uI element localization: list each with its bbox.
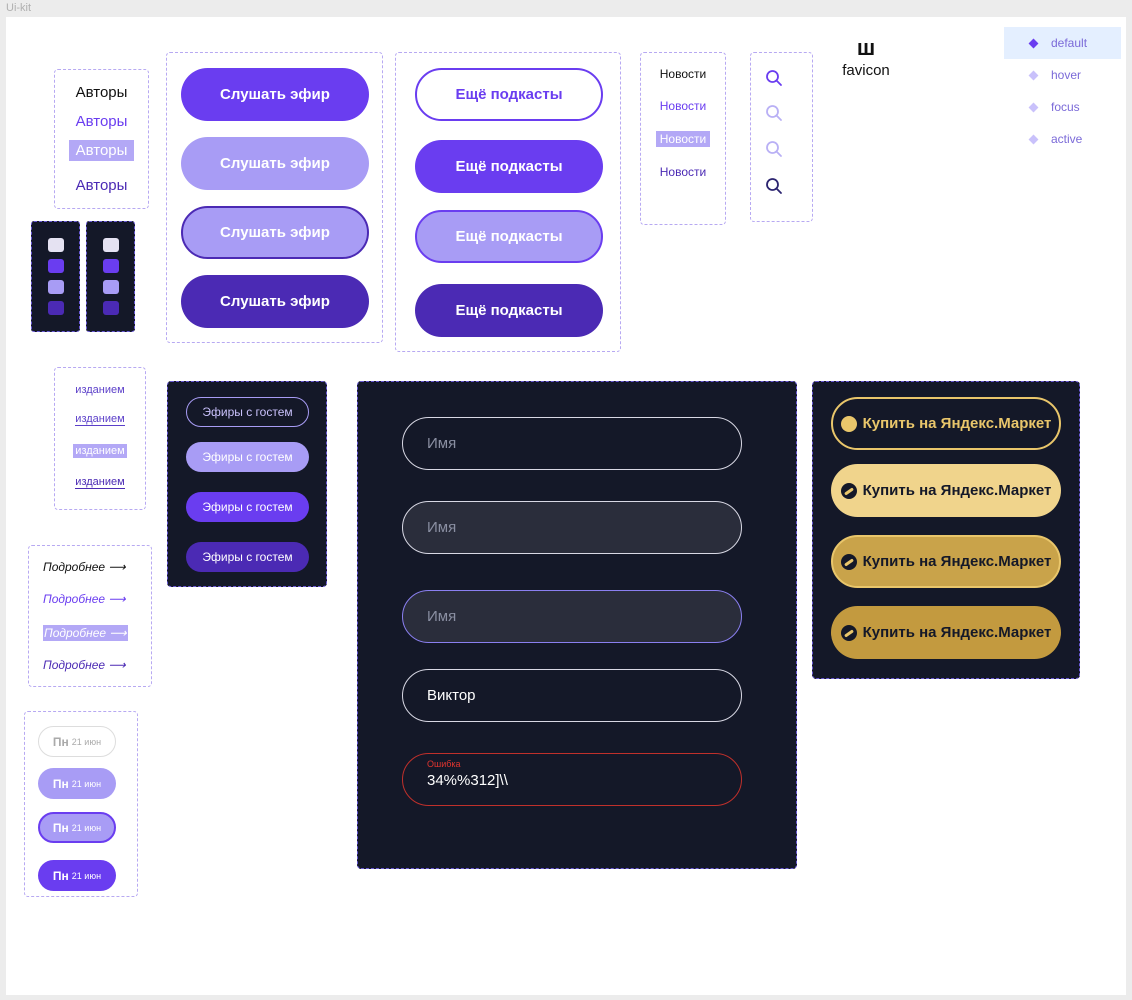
authors-states: Авторы Авторы Авторы Авторы — [54, 69, 149, 209]
more-podcasts-group: Ещё подкасты Ещё подкасты Ещё подкасты Е… — [395, 52, 621, 352]
edition-link-default[interactable]: изданием — [55, 384, 145, 396]
more-link-states: Подробнее ⟶ Подробнее ⟶ Подробнее ⟶ Подр… — [28, 545, 152, 687]
guest-chip-active[interactable]: Эфиры с гостем — [186, 542, 309, 572]
more-link-hover[interactable]: Подробнее ⟶ — [43, 592, 126, 606]
edition-link-states: изданием изданием изданием изданием — [54, 367, 146, 510]
market-button-hover[interactable]: Купить на Яндекс.Маркет — [831, 464, 1061, 517]
listen-button-focus[interactable]: Слушать эфир — [181, 206, 369, 259]
diamond-icon — [1028, 70, 1039, 80]
more-link-active[interactable]: Подробнее ⟶ — [43, 658, 126, 672]
market-button-active[interactable]: Купить на Яндекс.Маркет — [831, 606, 1061, 659]
yandex-market-icon — [840, 482, 857, 499]
search-icon[interactable] — [765, 177, 783, 195]
yandex-market-icon — [840, 553, 857, 570]
news-link-default[interactable]: Новости — [641, 67, 725, 81]
more-podcasts-button-hover[interactable]: Ещё подкасты — [415, 140, 603, 193]
favicon-label: favicon — [842, 62, 890, 79]
authors-link-active[interactable]: Авторы — [55, 177, 148, 194]
listen-button-active[interactable]: Слушать эфир — [181, 275, 369, 328]
diamond-icon — [1028, 134, 1039, 144]
odnoklassniki-icon-states — [31, 221, 80, 332]
error-label: Ошибка — [427, 759, 461, 769]
name-input-default[interactable]: Имя — [402, 417, 742, 470]
more-link-default[interactable]: Подробнее ⟶ — [43, 560, 126, 574]
guest-chip-focus[interactable]: Эфиры с гостем — [186, 492, 309, 522]
input-field-states: Имя Имя Имя Виктор Ошибка 34%%312]\\ — [357, 381, 797, 869]
news-link-focus[interactable]: Новости — [641, 131, 725, 147]
search-icon-states — [750, 52, 813, 222]
search-icon[interactable] — [765, 140, 783, 158]
youtube-icon[interactable] — [103, 301, 119, 315]
more-link-focus[interactable]: Подробнее ⟶ — [43, 625, 128, 641]
legend-item-hover[interactable]: hover — [1004, 59, 1121, 91]
legend-item-focus[interactable]: focus — [1004, 91, 1121, 123]
more-podcasts-button-active[interactable]: Ещё подкасты — [415, 284, 603, 337]
listen-buttons-group: Слушать эфир Слушать эфир Слушать эфир С… — [166, 52, 383, 343]
guest-chip-hover[interactable]: Эфиры с гостем — [186, 442, 309, 472]
yandex-market-icon — [840, 415, 857, 432]
date-pill-hover[interactable]: Пн 21 июн — [38, 768, 116, 799]
frame-title: Ui-kit — [6, 2, 32, 14]
more-podcasts-button-default[interactable]: Ещё подкасты — [415, 68, 603, 121]
search-icon[interactable] — [765, 104, 783, 122]
odnoklassniki-icon[interactable] — [48, 238, 64, 252]
youtube-icon[interactable] — [103, 280, 119, 294]
date-pill-default[interactable]: Пн 21 июн — [38, 726, 116, 757]
error-value: 34%%312]\\ — [427, 772, 508, 789]
guest-chip-default[interactable]: Эфиры с гостем — [186, 397, 309, 427]
search-icon[interactable] — [765, 69, 783, 87]
youtube-icon[interactable] — [103, 259, 119, 273]
odnoklassniki-icon[interactable] — [48, 259, 64, 273]
market-button-focus[interactable]: Купить на Яндекс.Маркет — [831, 535, 1061, 588]
listen-button-default[interactable]: Слушать эфир — [181, 68, 369, 121]
authors-link-focus[interactable]: Авторы — [55, 140, 148, 161]
favicon-icon: ш — [856, 35, 876, 60]
news-link-hover[interactable]: Новости — [641, 99, 725, 113]
name-input-error[interactable]: Ошибка 34%%312]\\ — [402, 753, 742, 806]
listen-button-hover[interactable]: Слушать эфир — [181, 137, 369, 190]
youtube-icon-states — [86, 221, 135, 332]
state-legend: default hover focus active — [1004, 27, 1121, 155]
name-input-filled[interactable]: Виктор — [402, 669, 742, 722]
date-pill-states: Пн 21 июн Пн 21 июн Пн 21 июн Пн 21 июн — [24, 711, 138, 897]
legend-item-default[interactable]: default — [1004, 27, 1121, 59]
yandex-market-icon — [840, 624, 857, 641]
edition-link-active[interactable]: изданием — [55, 476, 145, 489]
date-pill-active[interactable]: Пн 21 июн — [38, 860, 116, 891]
date-pill-focus[interactable]: Пн 21 июн — [38, 812, 116, 843]
edition-link-focus[interactable]: изданием — [55, 444, 145, 458]
name-input-hover[interactable]: Имя — [402, 501, 742, 554]
news-states: Новости Новости Новости Новости — [640, 52, 726, 225]
youtube-icon[interactable] — [103, 238, 119, 252]
diamond-icon — [1028, 38, 1039, 48]
news-link-active[interactable]: Новости — [641, 165, 725, 179]
favicon-block: ш favicon — [836, 35, 896, 80]
name-input-focus[interactable]: Имя — [402, 590, 742, 643]
authors-link-default[interactable]: Авторы — [55, 84, 148, 101]
authors-link-hover[interactable]: Авторы — [55, 113, 148, 130]
edition-link-hover[interactable]: изданием — [55, 413, 145, 426]
odnoklassniki-icon[interactable] — [48, 301, 64, 315]
market-button-default[interactable]: Купить на Яндекс.Маркет — [831, 397, 1061, 450]
odnoklassniki-icon[interactable] — [48, 280, 64, 294]
market-button-states: Купить на Яндекс.Маркет Купить на Яндекс… — [812, 381, 1080, 679]
diamond-icon — [1028, 102, 1039, 112]
guest-chip-states: Эфиры с гостем Эфиры с гостем Эфиры с го… — [167, 381, 327, 587]
more-podcasts-button-focus[interactable]: Ещё подкасты — [415, 210, 603, 263]
legend-item-active[interactable]: active — [1004, 123, 1121, 155]
ui-kit-canvas: Авторы Авторы Авторы Авторы Слушать эфир… — [6, 17, 1126, 995]
